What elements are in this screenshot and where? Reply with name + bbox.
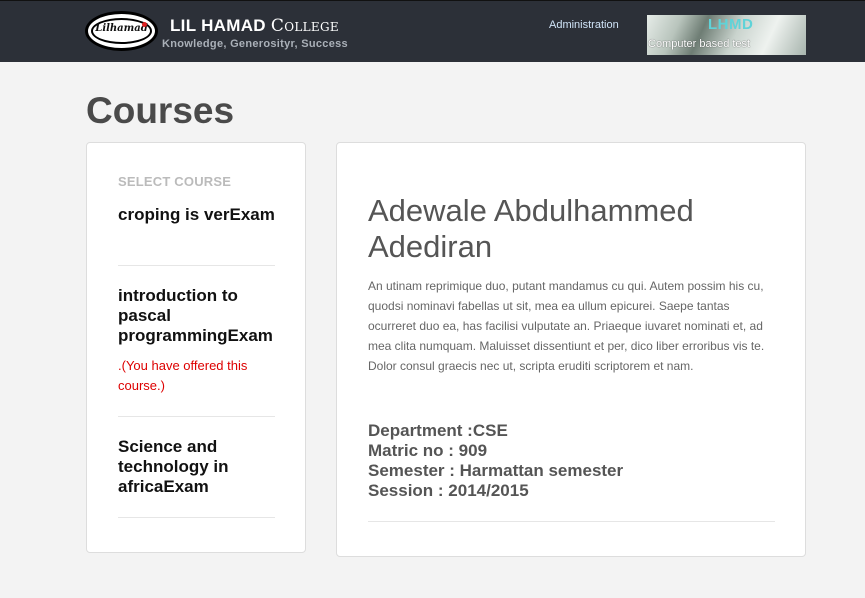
session-field: Session : 2014/2015 [368, 481, 529, 500]
course-divider [118, 517, 275, 518]
course-offered-note: .(You have offered this course.) [118, 358, 248, 393]
top-navbar: Lilhamad LIL HAMAD College Knowledge, Ge… [0, 0, 865, 62]
brand-tagline: Knowledge, Generosityr, Success [162, 38, 348, 50]
registered-mark-icon [142, 22, 147, 27]
course-link[interactable]: croping is verExam [118, 205, 278, 225]
student-name: Adewale Abdulhammed Adediran [368, 193, 694, 264]
course-link[interactable]: introduction to pascal programmingExam [118, 286, 278, 346]
semester-field: Semester : Harmattan semester [368, 461, 624, 480]
brand-name-suffix: College [270, 16, 339, 36]
student-details: Department :CSE Matric no : 909 Semester… [368, 421, 778, 501]
page-title: Courses [86, 90, 235, 131]
course-item[interactable]: introduction to pascal programmingExam .… [118, 286, 278, 396]
student-bio: An utinam reprimique duo, putant mandamu… [368, 279, 765, 373]
student-profile-panel: Adewale Abdulhammed Adediran An utinam r… [336, 142, 806, 557]
select-course-label: SELECT COURSE [118, 174, 232, 189]
brand-name-main: LIL HAMAD [170, 16, 266, 35]
course-item[interactable]: Science and technology in africaExam [118, 437, 278, 497]
course-selection-panel: SELECT COURSE croping is verExam introdu… [86, 142, 306, 553]
course-divider [118, 416, 275, 417]
matric-number-field: Matric no : 909 [368, 441, 488, 460]
banner-title: LHMD [708, 16, 754, 33]
course-divider [118, 265, 275, 266]
nav-link-administration[interactable]: Administration [549, 19, 619, 31]
header-banner: LHMD Computer based test [647, 15, 806, 55]
course-link[interactable]: Science and technology in africaExam [118, 437, 278, 497]
profile-divider [368, 521, 775, 522]
brand-name: LIL HAMAD College [170, 16, 339, 36]
college-logo[interactable]: Lilhamad [85, 11, 158, 51]
department-field: Department :CSE [368, 421, 508, 440]
course-item[interactable]: croping is verExam [118, 205, 278, 225]
banner-subtitle: Computer based test [648, 38, 751, 50]
